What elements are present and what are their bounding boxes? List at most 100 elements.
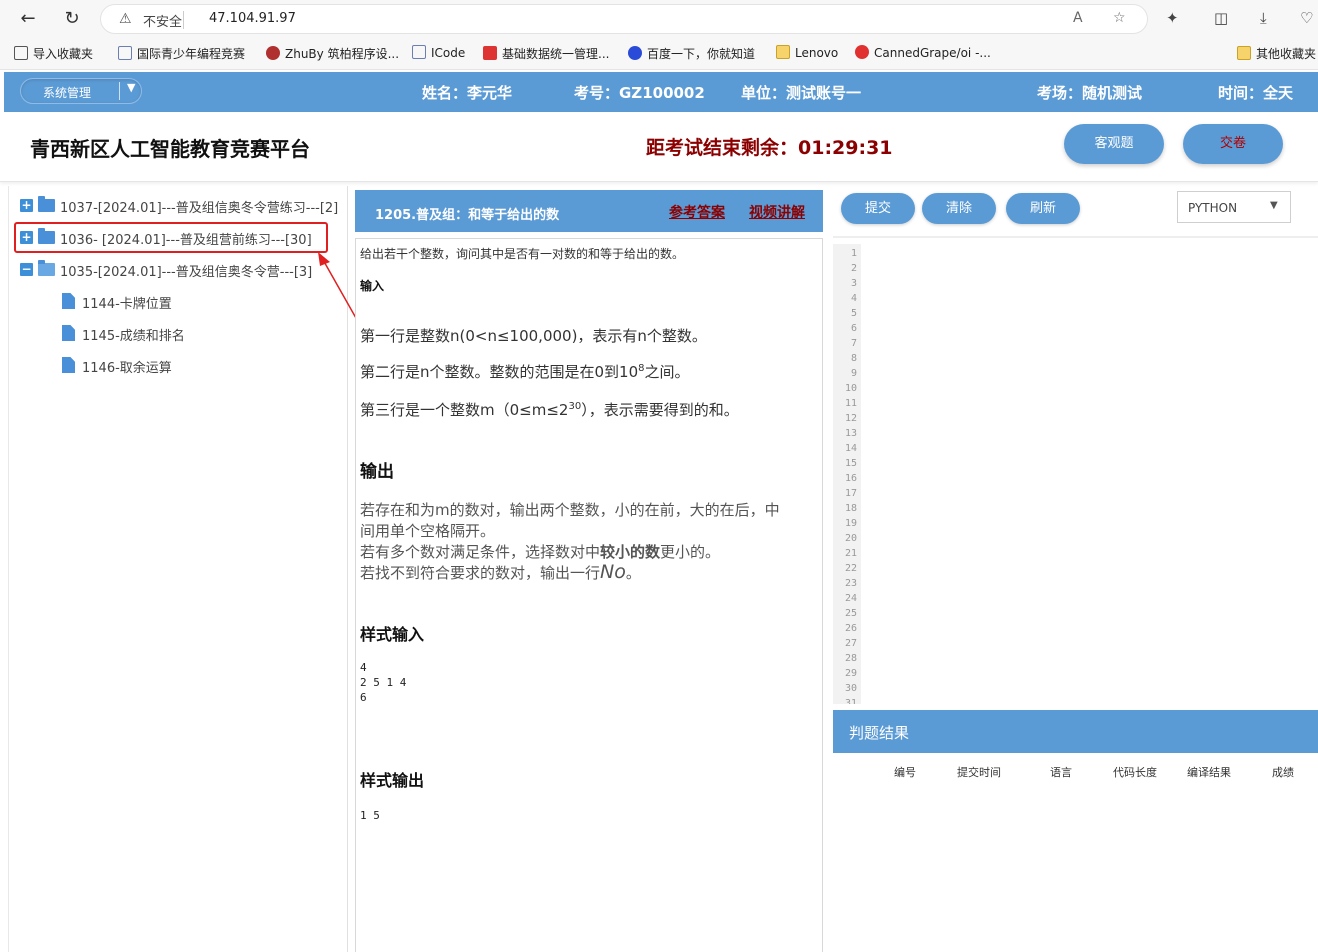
text: ），表示需要得到的和。 <box>581 401 739 419</box>
downloads-icon[interactable]: ⤓ <box>1260 9 1267 27</box>
system-menu-select[interactable]: 系统管理 ▼ <box>20 78 142 104</box>
read-aloud-icon[interactable]: A <box>1073 10 1083 26</box>
submit-paper-button[interactable]: 交卷 <box>1183 124 1283 164</box>
column-compile-result: 编译结果 <box>1187 766 1231 779</box>
text: 。 <box>625 564 641 582</box>
line-number: 5 <box>850 308 857 319</box>
bookmark-3[interactable]: ICode <box>412 45 465 60</box>
result-title: 判题结果 <box>849 724 910 742</box>
file-icon <box>62 357 75 373</box>
line-number: 20 <box>844 533 857 544</box>
result-table <box>833 753 1318 952</box>
language-select[interactable]: PYTHON ▼ <box>1177 191 1291 223</box>
unit-info: 单位：测试账号一 <box>741 84 862 102</box>
bookmark-4[interactable]: 基础数据统一管理... <box>483 45 609 62</box>
column-language: 语言 <box>1050 766 1072 779</box>
insecure-label: 不安全 <box>143 15 183 30</box>
problem-statement: 给出若干个整数，询问其中是否有一对数的和等于给出的数。 输入 第一行是整数n(0… <box>355 238 823 952</box>
input-line-2: 第二行是n个整数。整数的范围是在0到108之间。 <box>360 361 690 382</box>
sample-input-line: 6 <box>360 691 367 704</box>
line-number: 12 <box>844 413 857 424</box>
tree-leaf-1145[interactable]: 1145-成绩和排名 <box>62 324 322 346</box>
tree-node-1037[interactable]: + 1037-[2024.01]---普及组信奥冬令营练习---[2] <box>18 196 338 218</box>
folder-icon <box>38 196 55 212</box>
bookmark-7[interactable]: CannedGrape/oi -... <box>855 45 991 60</box>
line-number: 2 <box>850 263 857 274</box>
tree-leaf-1146[interactable]: 1146-取余运算 <box>62 356 322 378</box>
collapse-icon[interactable]: − <box>20 263 33 276</box>
folder-icon <box>776 45 790 59</box>
back-icon[interactable]: ← <box>16 7 40 31</box>
bookmark-6[interactable]: Lenovo <box>776 45 838 60</box>
time-info: 时间：全天 <box>1218 84 1294 102</box>
line-number: 22 <box>844 563 857 574</box>
split-screen-icon[interactable]: ◫ <box>1214 9 1228 27</box>
line-number: 23 <box>844 578 857 589</box>
heartbeat-icon[interactable]: ♡ <box>1300 9 1313 27</box>
file-icon <box>62 293 75 309</box>
warning-icon: ⚠ <box>119 11 132 27</box>
refresh-button[interactable]: 刷新 <box>1006 193 1080 224</box>
bookmark-label: 导入收藏夹 <box>33 47 94 61</box>
line-number: 27 <box>844 638 857 649</box>
line-number: 25 <box>844 608 857 619</box>
line-number: 13 <box>844 428 857 439</box>
bookmark-1[interactable]: 国际青少年编程竞赛 <box>118 45 245 62</box>
page-title: 青西新区人工智能教育竞赛平台 <box>30 137 310 161</box>
bookmark-label: Lenovo <box>795 46 839 60</box>
line-number: 14 <box>844 443 857 454</box>
bookmark-label: ZhuBy 筑柏程序设... <box>285 47 400 61</box>
divider <box>119 82 120 100</box>
baidu-icon <box>628 46 642 60</box>
bookmark-label: ICode <box>431 46 466 60</box>
address-bar[interactable]: ⚠ 不安全 47.104.91.97 A ☆ <box>100 4 1148 34</box>
tree-leaf-1144[interactable]: 1144-卡牌位置 <box>62 292 322 314</box>
input-line-1: 第一行是整数n(0<n≤100,000)，表示有n个整数。 <box>360 327 707 345</box>
line-number: 21 <box>844 548 857 559</box>
bookmark-5[interactable]: 百度一下，你就知道 <box>628 45 755 62</box>
tree-label: 1145-成绩和排名 <box>82 329 185 344</box>
expand-icon[interactable]: + <box>20 199 33 212</box>
chevron-down-icon: ▼ <box>1270 200 1278 211</box>
answer-link[interactable]: 参考答案 <box>669 202 725 222</box>
text: 更小的。 <box>660 543 721 561</box>
data-icon <box>483 46 497 60</box>
language-value: PYTHON <box>1188 201 1238 215</box>
venue-info: 考场：随机测试 <box>1037 84 1143 102</box>
text: 若找不到符合要求的数对，输出一行 <box>360 564 601 582</box>
import-icon <box>14 46 28 60</box>
line-number: 30 <box>844 683 857 694</box>
column-code-length: 代码长度 <box>1113 766 1157 779</box>
line-number: 7 <box>850 338 857 349</box>
output-line-2: 间用单个空格隔开。 <box>360 522 496 540</box>
tree-node-1035[interactable]: − 1035-[2024.01]---普及组信奥冬令营---[3] <box>18 260 338 282</box>
superscript: 30 <box>568 401 582 412</box>
bookmark-label: 基础数据统一管理... <box>502 47 610 61</box>
bookmark-other[interactable]: 其他收藏夹 <box>1237 45 1316 62</box>
line-number: 1 <box>850 248 857 259</box>
clear-button[interactable]: 清除 <box>922 193 996 224</box>
zhuby-icon <box>266 46 280 60</box>
favorite-star-icon[interactable]: ☆ <box>1113 10 1126 26</box>
reload-icon[interactable]: ↻ <box>60 7 84 31</box>
objective-button[interactable]: 客观题 <box>1064 124 1164 164</box>
folder-icon <box>1237 46 1251 60</box>
code-editor[interactable]: 1 2 3 4 5 6 7 8 9 10 11 12 13 14 15 16 17 18 19 20 21 22 23 24 2… <box>833 236 1318 704</box>
bookmark-import[interactable]: 导入收藏夹 <box>14 45 93 62</box>
text: 若有多个数对满足条件，选择数对中 <box>360 543 601 561</box>
line-number: 26 <box>844 623 857 634</box>
video-link[interactable]: 视频讲解 <box>749 202 805 222</box>
italic-text: No <box>600 561 626 583</box>
line-number: 9 <box>850 368 857 379</box>
line-number: 17 <box>844 488 857 499</box>
url-text[interactable]: 47.104.91.97 <box>209 11 296 26</box>
tree-label: 1144-卡牌位置 <box>82 297 172 312</box>
submit-code-button[interactable]: 提交 <box>841 193 915 224</box>
line-number: 11 <box>844 398 857 409</box>
bookmark-2[interactable]: ZhuBy 筑柏程序设... <box>266 45 399 62</box>
column-score: 成绩 <box>1272 766 1294 779</box>
tree-label: 1035-[2024.01]---普及组信奥冬令营---[3] <box>60 265 313 280</box>
extensions-icon[interactable]: ✦ <box>1166 9 1179 27</box>
line-number: 15 <box>844 458 857 469</box>
problem-title: 1205.普及组：和等于给出的数 <box>375 208 560 223</box>
